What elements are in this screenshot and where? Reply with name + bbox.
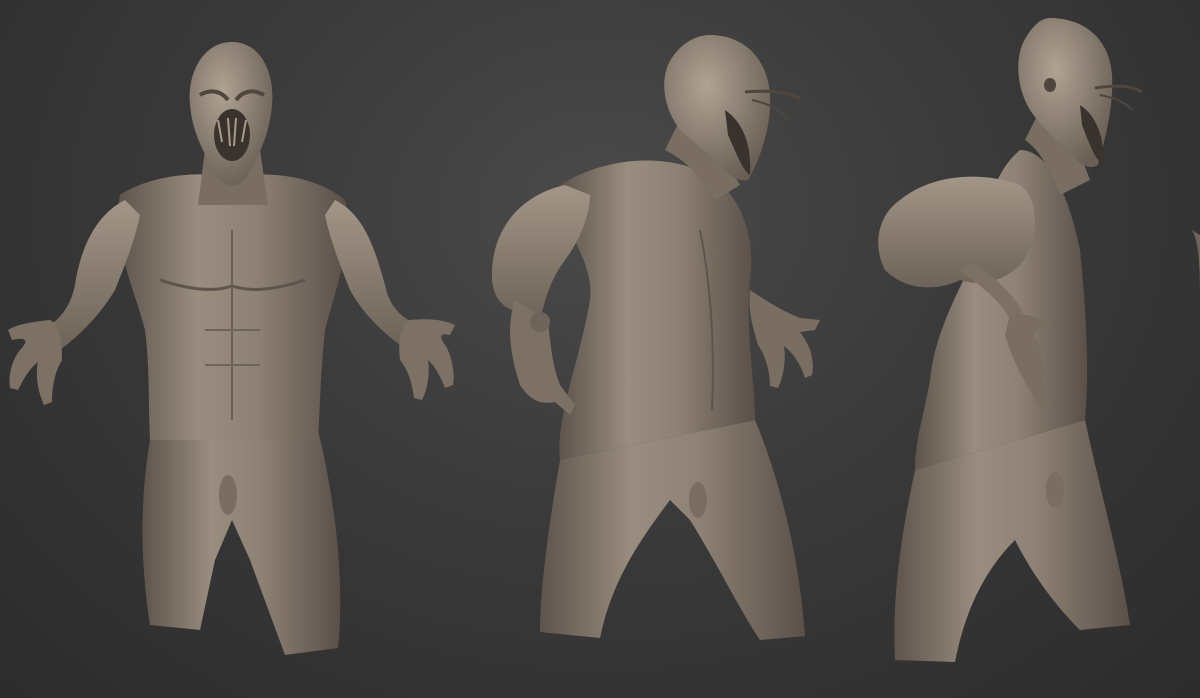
front-mouth [214, 109, 250, 161]
front-left-hand [8, 320, 62, 405]
sculpt-render [8, 18, 1200, 662]
tq-groin [689, 482, 707, 518]
side-eye [1044, 78, 1056, 92]
creature-front-view [8, 42, 455, 655]
tq-left-wrist [530, 312, 550, 332]
side-shoulder [878, 176, 1035, 288]
tq-left-upper-arm [491, 185, 590, 320]
side-groin [1046, 472, 1064, 508]
edge-figure-fragment [1192, 230, 1200, 300]
front-groin [219, 475, 237, 515]
creature-side-view [878, 18, 1143, 662]
tq-right-hand [749, 290, 820, 388]
front-right-hand [399, 319, 455, 400]
front-legs [142, 430, 341, 655]
sculpt-viewport [0, 0, 1200, 698]
creature-three-quarter-view [491, 35, 820, 640]
